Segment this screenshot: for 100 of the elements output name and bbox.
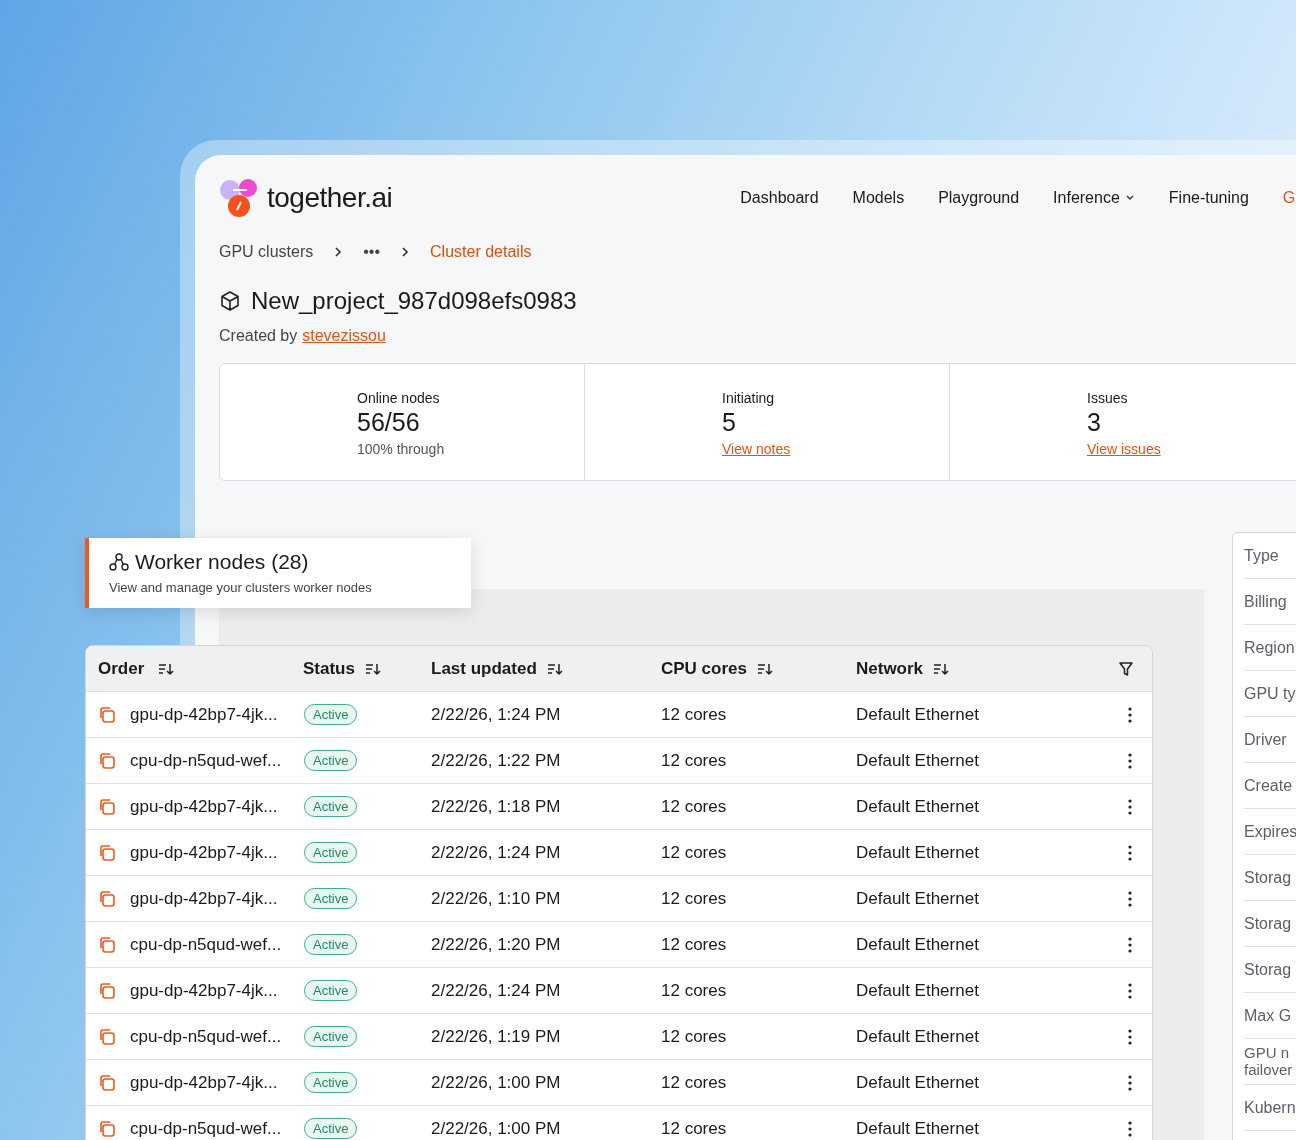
status-badge: Active bbox=[304, 934, 358, 955]
copy-icon[interactable] bbox=[98, 751, 116, 770]
project-title: New_project_987d098efs0983 bbox=[251, 287, 577, 315]
copy-icon[interactable] bbox=[98, 797, 116, 816]
sort-icon[interactable] bbox=[757, 661, 773, 676]
view-link[interactable]: View issues bbox=[1087, 441, 1177, 457]
table-cell: cpu-dp-n5qud-wef... bbox=[130, 1026, 282, 1047]
table-cell: Default Ethernet bbox=[856, 934, 979, 955]
detail-label: Max G bbox=[1244, 1006, 1292, 1025]
copy-icon[interactable] bbox=[98, 935, 116, 954]
status-badge: Active bbox=[304, 1072, 358, 1093]
table-cell: 2/22/26, 1:24 PM bbox=[431, 842, 561, 863]
detail-label: GPU ty bbox=[1244, 684, 1296, 703]
stat-value: 3 bbox=[1087, 408, 1102, 437]
copy-icon[interactable] bbox=[98, 705, 116, 724]
column-header: Status bbox=[303, 658, 355, 679]
more-options-icon[interactable] bbox=[1128, 890, 1132, 907]
detail-label: Billing bbox=[1244, 592, 1287, 611]
more-options-icon[interactable] bbox=[1128, 1028, 1132, 1045]
table-cell: 12 cores bbox=[661, 1072, 727, 1093]
status-badge: Active bbox=[304, 1026, 358, 1047]
table-cell: cpu-dp-n5qud-wef... bbox=[130, 1118, 282, 1139]
table-cell: 12 cores bbox=[661, 1118, 727, 1139]
nav-link[interactable]: G bbox=[1282, 189, 1296, 207]
detail-label: Storag bbox=[1244, 960, 1292, 979]
column-header: Network bbox=[856, 658, 924, 679]
copy-icon[interactable] bbox=[98, 1073, 116, 1092]
logo-text: together.ai bbox=[267, 182, 393, 214]
sort-icon[interactable] bbox=[158, 661, 175, 676]
chevron-down-icon[interactable] bbox=[1124, 194, 1135, 202]
breadcrumb-link[interactable]: ••• bbox=[363, 243, 381, 261]
nav-link[interactable]: Playground bbox=[938, 189, 1020, 207]
table-cell: gpu-dp-42bp7-4jk... bbox=[130, 888, 278, 909]
more-options-icon[interactable] bbox=[1128, 706, 1132, 723]
status-badge: Active bbox=[304, 888, 358, 909]
more-options-icon[interactable] bbox=[1128, 844, 1132, 861]
more-options-icon[interactable] bbox=[1128, 1120, 1132, 1137]
detail-label: GPU n failover bbox=[1244, 1045, 1294, 1078]
status-badge: Active bbox=[304, 704, 358, 725]
status-badge: Active bbox=[304, 750, 358, 771]
copy-icon[interactable] bbox=[98, 981, 116, 1000]
table-cell: Default Ethernet bbox=[856, 1026, 979, 1047]
breadcrumb-link[interactable]: Cluster details bbox=[430, 243, 532, 261]
table-cell: Default Ethernet bbox=[856, 750, 979, 771]
table-cell: 12 cores bbox=[661, 980, 727, 1001]
stat-note: 100% through bbox=[357, 441, 446, 457]
nav-link[interactable]: Models bbox=[852, 189, 905, 207]
filter-icon[interactable] bbox=[1118, 660, 1134, 677]
table-cell: 12 cores bbox=[661, 888, 727, 909]
table-cell: 12 cores bbox=[661, 704, 727, 725]
table-cell: cpu-dp-n5qud-wef... bbox=[130, 750, 282, 771]
nav-link[interactable]: Dashboard bbox=[740, 189, 819, 207]
nav-link[interactable]: Fine-tuning bbox=[1168, 189, 1249, 207]
table-cell: Default Ethernet bbox=[856, 1072, 979, 1093]
detail-label: Storag bbox=[1244, 868, 1292, 887]
table-cell: gpu-dp-42bp7-4jk... bbox=[130, 1072, 278, 1093]
status-badge: Active bbox=[304, 980, 358, 1001]
nodes-icon bbox=[109, 552, 129, 572]
status-badge: Active bbox=[304, 796, 358, 817]
view-link[interactable]: View notes bbox=[722, 441, 812, 457]
table-cell: 2/22/26, 1:18 PM bbox=[431, 796, 561, 817]
table-cell: 2/22/26, 1:00 PM bbox=[431, 1072, 561, 1093]
more-options-icon[interactable] bbox=[1128, 936, 1132, 953]
detail-label: Driver bbox=[1244, 730, 1287, 749]
nav-link[interactable]: Inference bbox=[1053, 189, 1135, 207]
detail-label: Expires bbox=[1244, 822, 1296, 841]
more-options-icon[interactable] bbox=[1128, 752, 1132, 769]
detail-label: Storag bbox=[1244, 914, 1292, 933]
table-cell: 2/22/26, 1:22 PM bbox=[431, 750, 561, 771]
sort-icon[interactable] bbox=[364, 661, 381, 676]
creator-link[interactable]: stevezissou bbox=[302, 327, 386, 345]
sort-icon[interactable] bbox=[546, 661, 563, 676]
breadcrumb-link[interactable]: GPU clusters bbox=[219, 243, 314, 261]
table-cell: gpu-dp-42bp7-4jk... bbox=[130, 704, 278, 725]
copy-icon[interactable] bbox=[98, 1119, 116, 1138]
table-cell: 2/22/26, 1:24 PM bbox=[431, 704, 561, 725]
stat-label: Initiating bbox=[722, 390, 776, 406]
table-cell: 12 cores bbox=[661, 750, 727, 771]
detail-label: Type bbox=[1244, 546, 1279, 565]
chevron-right-icon bbox=[333, 246, 344, 258]
copy-icon[interactable] bbox=[98, 1027, 116, 1046]
sort-icon[interactable] bbox=[933, 661, 950, 676]
more-options-icon[interactable] bbox=[1128, 1074, 1132, 1091]
copy-icon[interactable] bbox=[98, 843, 116, 862]
stat-value: 5 bbox=[722, 408, 737, 437]
cube-icon bbox=[219, 290, 241, 312]
more-options-icon[interactable] bbox=[1128, 798, 1132, 815]
copy-icon[interactable] bbox=[98, 889, 116, 908]
table-cell: gpu-dp-42bp7-4jk... bbox=[130, 980, 278, 1001]
created-by-label: Created by bbox=[219, 327, 298, 345]
table-cell: 2/22/26, 1:24 PM bbox=[431, 980, 561, 1001]
chevron-right-icon bbox=[400, 246, 411, 258]
table-cell: 2/22/26, 1:19 PM bbox=[431, 1026, 561, 1047]
more-options-icon[interactable] bbox=[1128, 982, 1132, 999]
worker-nodes-subtitle: View and manage your clusters worker nodes bbox=[109, 580, 373, 595]
status-badge: Active bbox=[304, 842, 358, 863]
table-cell: 12 cores bbox=[661, 1026, 727, 1047]
table-cell: 12 cores bbox=[661, 796, 727, 817]
status-badge: Active bbox=[304, 1118, 358, 1139]
detail-label: Create bbox=[1244, 776, 1293, 795]
